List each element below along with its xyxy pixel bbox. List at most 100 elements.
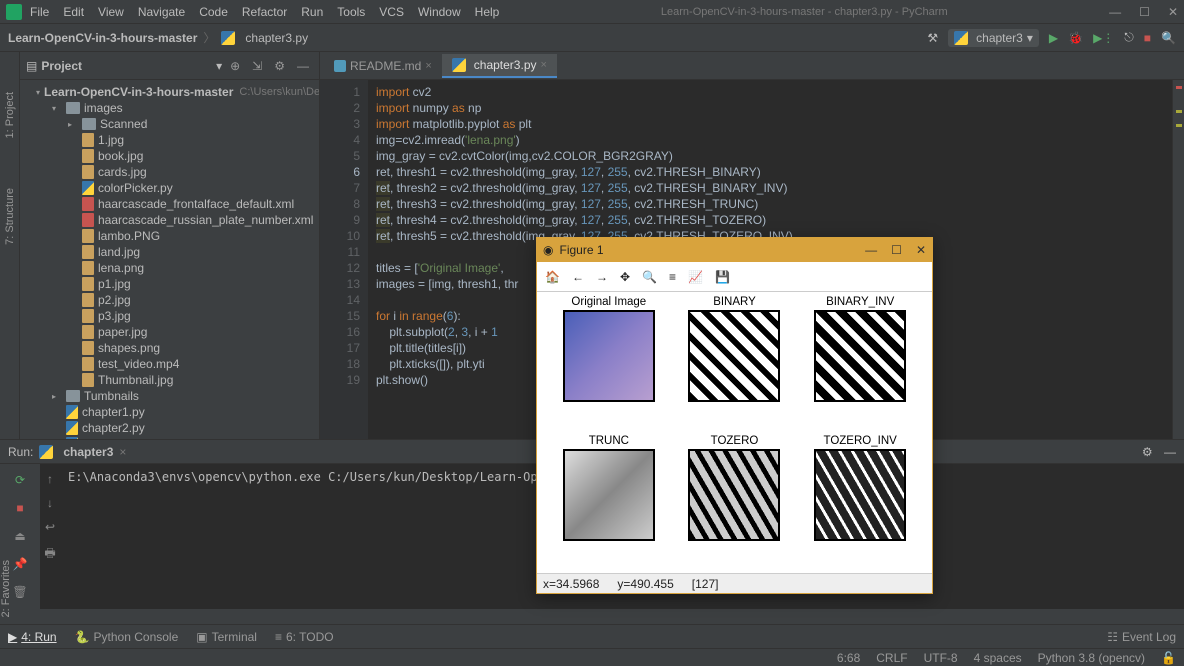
marker-gutter[interactable] (1172, 80, 1184, 439)
tree-file[interactable]: test_video.mp4 (20, 356, 319, 372)
run-icon[interactable]: ▶ (1049, 31, 1058, 45)
figure-toolbar: 🏠 ← → ✥ 🔍 ≡ 📈 💾 (537, 262, 932, 292)
wrap-icon[interactable]: ↩ (45, 520, 55, 534)
tree-file[interactable]: p2.jpg (20, 292, 319, 308)
search-everywhere-icon[interactable]: 🔍 (1161, 31, 1176, 45)
tree-file[interactable]: book.jpg (20, 148, 319, 164)
trash-icon[interactable]: 🗑 (10, 582, 30, 602)
debug-icon[interactable]: 🐞 (1068, 31, 1083, 45)
breadcrumb-root[interactable]: Learn-OpenCV-in-3-hours-master (8, 31, 197, 45)
save-icon[interactable]: 💾 (715, 270, 730, 284)
pin-icon[interactable]: 📌 (10, 554, 30, 574)
tree-dir-scanned[interactable]: ▸Scanned (20, 116, 319, 132)
tree-file[interactable]: p3.jpg (20, 308, 319, 324)
zoom-icon[interactable]: 🔍 (642, 270, 657, 284)
tab-python-console[interactable]: 🐍Python Console (75, 630, 179, 644)
tool-project-tab[interactable]: 1: Project (4, 92, 16, 138)
project-tree[interactable]: ▾Learn-OpenCV-in-3-hours-masterC:\Users\… (20, 80, 319, 439)
figure-titlebar[interactable]: ◉ Figure 1 — ☐ ✕ (537, 238, 932, 262)
menu-tools[interactable]: Tools (337, 5, 365, 19)
tab-event-log[interactable]: ☷Event Log (1107, 630, 1176, 644)
editor-tab-chapter3[interactable]: chapter3.py× (442, 54, 557, 78)
tree-root[interactable]: ▾Learn-OpenCV-in-3-hours-masterC:\Users\… (20, 84, 319, 100)
tree-file[interactable]: colorPicker.py (20, 180, 319, 196)
status-line-ending[interactable]: CRLF (876, 651, 907, 665)
status-interpreter[interactable]: Python 3.8 (opencv) (1038, 651, 1145, 665)
minimize-icon[interactable]: — (865, 243, 877, 257)
stop-icon[interactable]: ■ (10, 498, 30, 518)
menu-edit[interactable]: Edit (63, 5, 84, 19)
menu-vcs[interactable]: VCS (379, 5, 404, 19)
tool-favorites-tab[interactable]: 2: Favorites (0, 560, 12, 617)
tab-terminal[interactable]: ▣Terminal (196, 630, 257, 644)
menu-run[interactable]: Run (301, 5, 323, 19)
close-icon[interactable]: × (425, 60, 431, 72)
tree-dir-images[interactable]: ▾images (20, 100, 319, 116)
menu-file[interactable]: File (30, 5, 49, 19)
tree-file[interactable]: haarcascade_frontalface_default.xml (20, 196, 319, 212)
tree-file[interactable]: p1.jpg (20, 276, 319, 292)
back-icon[interactable]: ← (572, 270, 584, 284)
close-icon[interactable]: × (541, 59, 547, 71)
tree-dir-tumbnails[interactable]: ▸Tumbnails (20, 388, 319, 404)
home-icon[interactable]: 🏠 (545, 270, 560, 284)
figure-window[interactable]: ◉ Figure 1 — ☐ ✕ 🏠 ← → ✥ 🔍 ≡ 📈 💾 Origina… (536, 237, 933, 594)
forward-icon[interactable]: → (596, 270, 608, 284)
configure-icon[interactable]: ≡ (669, 270, 676, 284)
menu-window[interactable]: Window (418, 5, 461, 19)
status-caret-pos[interactable]: 6:68 (837, 651, 860, 665)
axis-icon[interactable]: 📈 (688, 270, 703, 284)
tree-file[interactable]: 1.jpg (20, 132, 319, 148)
run-coverage-icon[interactable]: ▶⋮ (1093, 31, 1114, 45)
locate-icon[interactable]: ⊕ (226, 57, 244, 75)
close-icon[interactable]: ✕ (916, 243, 926, 257)
tool-structure-tab[interactable]: 7: Structure (4, 188, 16, 245)
tree-file[interactable]: paper.jpg (20, 324, 319, 340)
tree-file[interactable]: land.jpg (20, 244, 319, 260)
chevron-down-icon[interactable]: ▾ (216, 59, 222, 73)
tree-file[interactable]: chapter2.py (20, 420, 319, 436)
menu-help[interactable]: Help (475, 5, 500, 19)
gear-icon[interactable]: ⚙ (1142, 445, 1153, 459)
print-icon[interactable]: 🖶 (44, 544, 55, 565)
tree-file[interactable]: shapes.png (20, 340, 319, 356)
minimize-icon[interactable]: — (1109, 5, 1121, 19)
build-icon[interactable]: ⚒ (927, 31, 938, 45)
error-marker-icon[interactable] (1176, 86, 1182, 89)
tree-file[interactable]: haarcascade_russian_plate_number.xml (20, 212, 319, 228)
warning-marker-icon[interactable] (1176, 110, 1182, 113)
up-icon[interactable]: ↑ (47, 472, 53, 486)
gear-icon[interactable]: ⚙ (270, 57, 289, 75)
tree-file[interactable]: lena.png (20, 260, 319, 276)
warning-marker-icon[interactable] (1176, 124, 1182, 127)
run-config-selector[interactable]: chapter3 ▾ (948, 29, 1039, 47)
tree-file[interactable]: Thumbnail.jpg (20, 372, 319, 388)
hide-icon[interactable]: — (1164, 445, 1176, 459)
tree-file[interactable]: cards.jpg (20, 164, 319, 180)
rerun-icon[interactable]: ⟳ (10, 470, 30, 490)
pan-icon[interactable]: ✥ (620, 270, 630, 284)
lock-icon[interactable]: 🔓 (1161, 651, 1176, 665)
menu-view[interactable]: View (98, 5, 124, 19)
breadcrumb-file[interactable]: chapter3.py (245, 31, 308, 45)
tab-run[interactable]: ▶4: Run (8, 630, 57, 644)
menu-code[interactable]: Code (199, 5, 228, 19)
menu-refactor[interactable]: Refactor (242, 5, 287, 19)
status-indent[interactable]: 4 spaces (974, 651, 1022, 665)
stop-icon[interactable]: ■ (1144, 31, 1151, 45)
status-encoding[interactable]: UTF-8 (924, 651, 958, 665)
down-icon[interactable]: ↓ (47, 496, 53, 510)
hide-icon[interactable]: — (293, 57, 313, 75)
maximize-icon[interactable]: ☐ (891, 243, 902, 257)
close-tab-icon[interactable]: × (119, 445, 126, 459)
editor-tab-readme[interactable]: README.md× (324, 55, 442, 77)
maximize-icon[interactable]: ☐ (1139, 5, 1150, 19)
exit-icon[interactable]: ⏏ (10, 526, 30, 546)
menu-navigate[interactable]: Navigate (138, 5, 185, 19)
close-icon[interactable]: ✕ (1168, 5, 1178, 19)
tree-file[interactable]: chapter1.py (20, 404, 319, 420)
tab-todo[interactable]: ≡6: TODO (275, 630, 334, 644)
collapse-icon[interactable]: ⇲ (248, 57, 266, 75)
tree-file[interactable]: lambo.PNG (20, 228, 319, 244)
attach-icon[interactable]: ⎋ (1124, 30, 1134, 45)
